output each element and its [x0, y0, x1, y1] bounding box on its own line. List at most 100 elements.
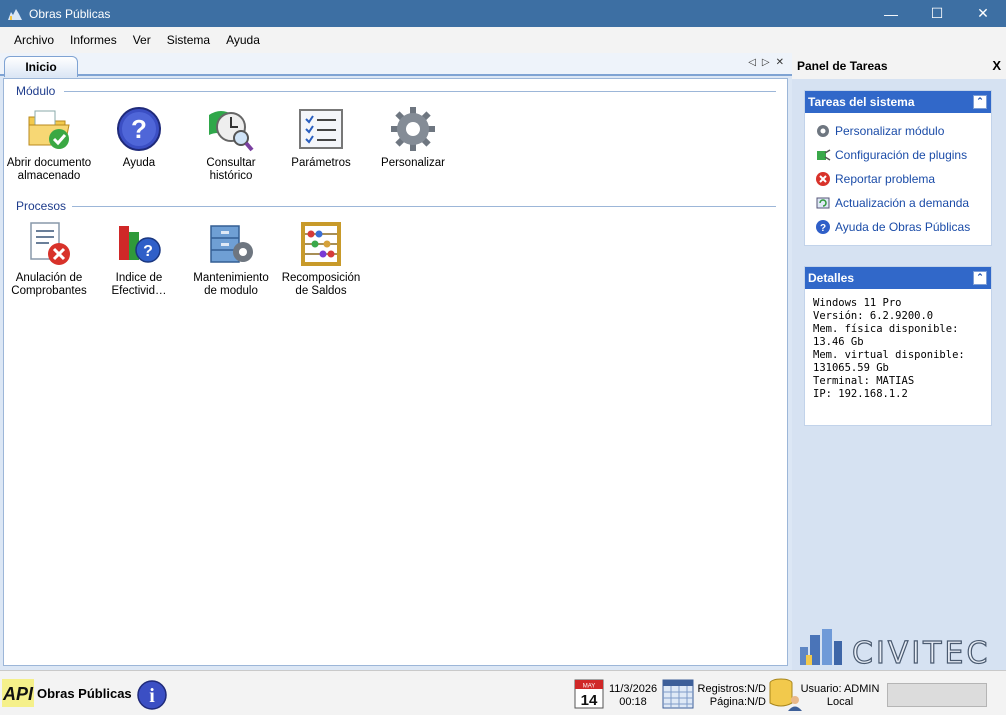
status-records: Registros:N/D Página:N/D — [694, 683, 766, 709]
help-icon: ? — [117, 107, 161, 151]
table-records-icon — [662, 679, 694, 709]
tab-inicio[interactable]: Inicio — [4, 56, 78, 77]
task-label: Reportar problema — [835, 172, 936, 186]
tile-label: Mantenimiento de modulo — [193, 272, 269, 297]
tile-label: Parámetros — [291, 157, 351, 169]
svg-text:?: ? — [143, 243, 153, 260]
maximize-button[interactable]: ☐ — [914, 0, 960, 27]
details-header[interactable]: Detalles ⌃ — [805, 267, 991, 289]
task-panel-title: Panel de Tareas — [797, 59, 888, 73]
tile-recomposicion-saldos[interactable]: Recomposición de Saldos — [276, 220, 366, 298]
tile-label: Recomposición de Saldos — [281, 272, 361, 297]
collapse-icon[interactable]: ⌃ — [973, 271, 987, 285]
api-logo-text: API — [2, 684, 34, 704]
tile-indice-efectividad[interactable]: ? Indice de Efectivid… — [94, 220, 184, 298]
start-page: Módulo Abrir documento almacenado ? Ayud… — [3, 78, 788, 666]
collapse-icon[interactable]: ⌃ — [973, 95, 987, 109]
calendar-day: 14 — [581, 692, 598, 709]
menu-sistema[interactable]: Sistema — [159, 33, 218, 47]
menu-ayuda[interactable]: Ayuda — [218, 33, 268, 47]
tile-anulacion-comprobantes[interactable]: Anulación de Comprobantes — [4, 220, 94, 298]
group-title: Tareas del sistema — [808, 95, 915, 109]
tile-personalizar[interactable]: Personalizar — [368, 105, 458, 170]
menu-ver[interactable]: Ver — [125, 33, 159, 47]
detail-physical-memory: Mem. física disponible: 13.46 Gb — [813, 323, 959, 348]
status-brand: API Obras Públicas — [2, 679, 132, 707]
status-ubicacion: Local — [826, 696, 854, 708]
clock-search-icon — [209, 111, 254, 152]
status-brand-text: Obras Públicas — [37, 685, 132, 701]
tile-mantenimiento-modulo[interactable]: Mantenimiento de modulo — [186, 220, 276, 298]
window-title: Obras Públicas — [29, 6, 111, 21]
api-logo: API — [2, 679, 34, 707]
section-procesos-heading: Procesos — [16, 199, 67, 213]
svg-text:?: ? — [131, 114, 147, 144]
folder-check-icon — [28, 110, 70, 149]
details-group: Detalles ⌃ Windows 11 Pro Versión: 6.2.9… — [804, 266, 992, 426]
status-progress-box — [887, 683, 987, 707]
menu-bar: Archivo Informes Ver Sistema Ayuda — [0, 27, 1006, 53]
cabinet-gear-icon — [210, 225, 253, 263]
task-label: Actualización a demanda — [835, 196, 970, 210]
user-database-icon — [769, 678, 802, 711]
detail-ip: IP: 192.168.1.2 — [813, 388, 908, 400]
tab-close-icon[interactable]: ✕ — [776, 57, 784, 68]
group-title: Detalles — [808, 271, 855, 285]
update-icon — [816, 197, 830, 209]
system-tasks-header[interactable]: Tareas del sistema ⌃ — [805, 91, 991, 113]
task-label: Personalizar módulo — [835, 124, 945, 138]
task-panel: Panel de Tareas X Tareas del sistema ⌃ P… — [792, 53, 1006, 670]
status-usuario: Usuario: ADMIN — [800, 683, 880, 695]
tile-parametros[interactable]: Parámetros — [276, 105, 366, 170]
tile-label: Personalizar — [381, 157, 445, 169]
gear-icon — [817, 125, 829, 137]
calendar-icon: MAY 14 — [574, 679, 604, 709]
detail-os: Windows 11 Pro — [813, 297, 902, 309]
tab-strip: Inicio ◁ ▷ ✕ — [0, 53, 792, 77]
menu-archivo[interactable]: Archivo — [6, 33, 62, 47]
plugin-icon — [817, 149, 831, 161]
task-configuracion-plugins[interactable]: Configuración de plugins — [805, 143, 991, 167]
tile-label: Abrir documento almacenado — [6, 157, 92, 182]
document-cancel-icon — [30, 222, 70, 265]
close-button[interactable]: ✕ — [960, 0, 1006, 27]
bar-chart-help-icon: ? — [119, 226, 161, 263]
task-reportar-problema[interactable]: Reportar problema — [805, 167, 991, 191]
task-label: Configuración de plugins — [835, 148, 968, 162]
tile-label: Ayuda — [122, 157, 156, 169]
tile-consultar-historico[interactable]: Consultar histórico — [186, 105, 276, 183]
detail-virtual-memory-value: 131065.59 Gb — [813, 362, 889, 374]
checklist-icon — [299, 109, 343, 149]
error-icon — [816, 172, 830, 186]
task-actualizacion-demanda[interactable]: Actualización a demanda — [805, 191, 991, 215]
detail-virtual-memory-label: Mem. virtual disponible: — [813, 349, 965, 361]
task-label: Ayuda de Obras Públicas — [835, 220, 971, 234]
svg-text:?: ? — [820, 223, 826, 234]
status-date: 11/3/2026 — [608, 683, 658, 695]
logo-text: CIVITEC — [852, 636, 990, 667]
gear-icon — [391, 107, 435, 151]
section-divider — [72, 206, 776, 207]
detail-version: Versión: 6.2.9200.0 — [813, 310, 934, 322]
task-ayuda-obras-publicas[interactable]: ? Ayuda de Obras Públicas — [805, 215, 991, 239]
info-icon[interactable]: i — [137, 680, 167, 710]
status-user: Usuario: ADMIN Local — [800, 683, 880, 709]
task-personalizar-modulo[interactable]: Personalizar módulo — [805, 119, 991, 143]
menu-informes[interactable]: Informes — [62, 33, 125, 47]
tile-label: Indice de Efectivid… — [111, 272, 167, 297]
status-pagina: Página:N/D — [709, 696, 766, 708]
tile-label: Anulación de Comprobantes — [11, 272, 87, 297]
tab-scroll-right-icon[interactable]: ▷ — [762, 57, 770, 68]
tab-scroll-left-icon[interactable]: ◁ — [748, 57, 756, 68]
tile-label: Consultar histórico — [206, 157, 256, 182]
section-divider — [64, 91, 776, 92]
calendar-month: MAY — [583, 684, 596, 690]
status-bar: API Obras Públicas i MAY 14 11/3/2026 00… — [0, 670, 1006, 715]
tile-ayuda[interactable]: ? Ayuda — [94, 105, 184, 170]
help-icon: ? — [816, 220, 830, 234]
minimize-button[interactable]: — — [868, 0, 914, 27]
tile-abrir-documento[interactable]: Abrir documento almacenado — [4, 105, 94, 183]
detail-terminal: Terminal: MATIAS — [813, 375, 915, 387]
task-panel-close-button[interactable]: X — [992, 53, 1001, 79]
document-area: Inicio ◁ ▷ ✕ Módulo Abrir documento alma… — [0, 53, 792, 670]
